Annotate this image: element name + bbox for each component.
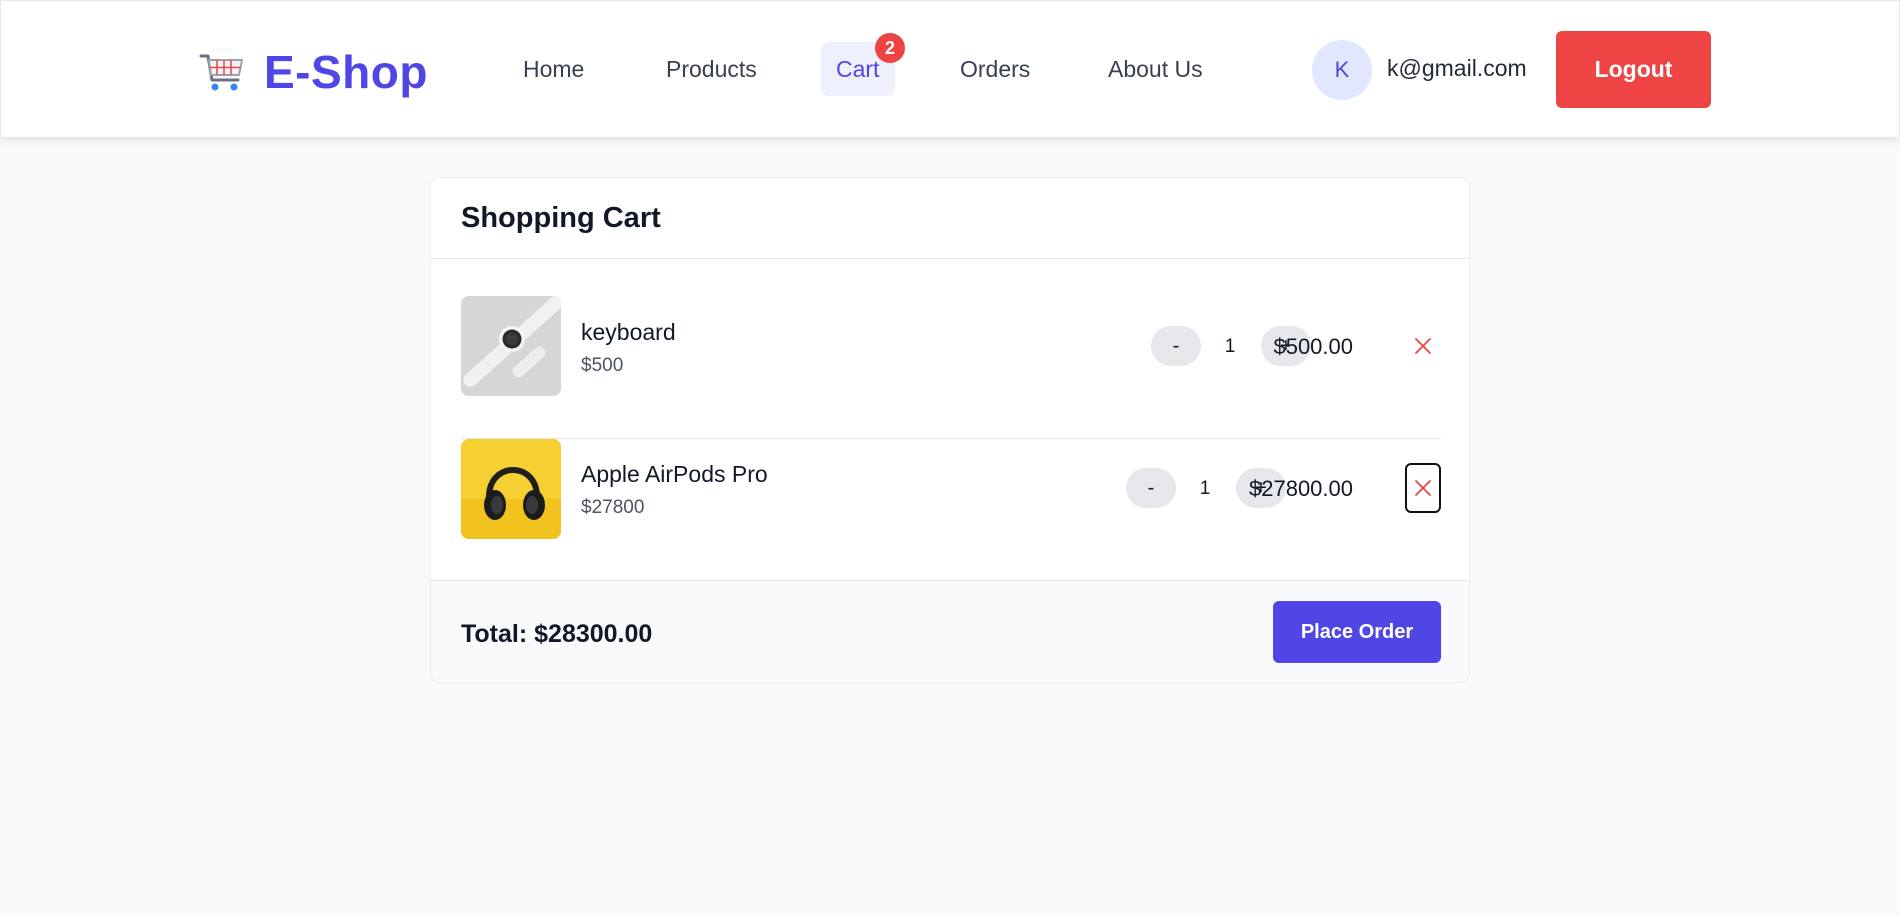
product-thumbnail [461,296,561,396]
top-navbar: E-Shop Home Products Cart 2 Orders About… [0,0,1900,137]
cart-header: Shopping Cart [431,178,1469,259]
page-title: Shopping Cart [461,202,661,234]
line-total: $500.00 [1273,334,1353,359]
decrement-quantity-button[interactable]: - [1151,326,1201,366]
remove-item-button[interactable] [1405,321,1441,371]
logout-button[interactable]: Logout [1556,31,1711,108]
brand-logo[interactable]: E-Shop [198,46,428,98]
nav-cart-label: Cart [836,55,880,82]
user-avatar: K [1312,40,1372,100]
brand-name: E-Shop [264,46,428,98]
product-name: Apple AirPods Pro [581,461,768,487]
close-icon [1415,480,1431,496]
nav-about-link[interactable]: About Us [1108,42,1203,96]
decrement-quantity-button[interactable]: - [1126,468,1176,508]
user-email: k@gmail.com [1387,55,1527,81]
shopping-cart-panel: Shopping Cart keyboard $500 - 1 + $500.0… [430,177,1470,683]
product-unit-price: $500 [581,355,624,376]
line-total: $27800.00 [1249,476,1353,501]
product-name: keyboard [581,319,676,345]
close-icon [1415,338,1431,354]
product-unit-price: $27800 [581,497,645,518]
headphones-image [461,439,561,539]
remove-item-button[interactable] [1405,463,1441,513]
nav-cart-link[interactable]: Cart 2 [821,33,905,96]
place-order-button[interactable]: Place Order [1273,601,1441,663]
nav-products-link[interactable]: Products [666,42,757,96]
smartwatch-image [461,296,561,396]
cart-item: keyboard $500 - 1 + $500.00 [461,296,1441,439]
nav-home-link[interactable]: Home [523,42,584,96]
shopping-cart-icon [199,54,244,91]
cart-total: Total: $28300.00 [461,620,653,648]
cart-count-badge: 2 [875,33,905,63]
nav-orders-link[interactable]: Orders [960,42,1030,96]
product-thumbnail [461,439,561,539]
cart-item: Apple AirPods Pro $27800 - 1 + $27800.00 [461,439,1441,579]
cart-footer: Total: $28300.00 Place Order [431,580,1469,682]
